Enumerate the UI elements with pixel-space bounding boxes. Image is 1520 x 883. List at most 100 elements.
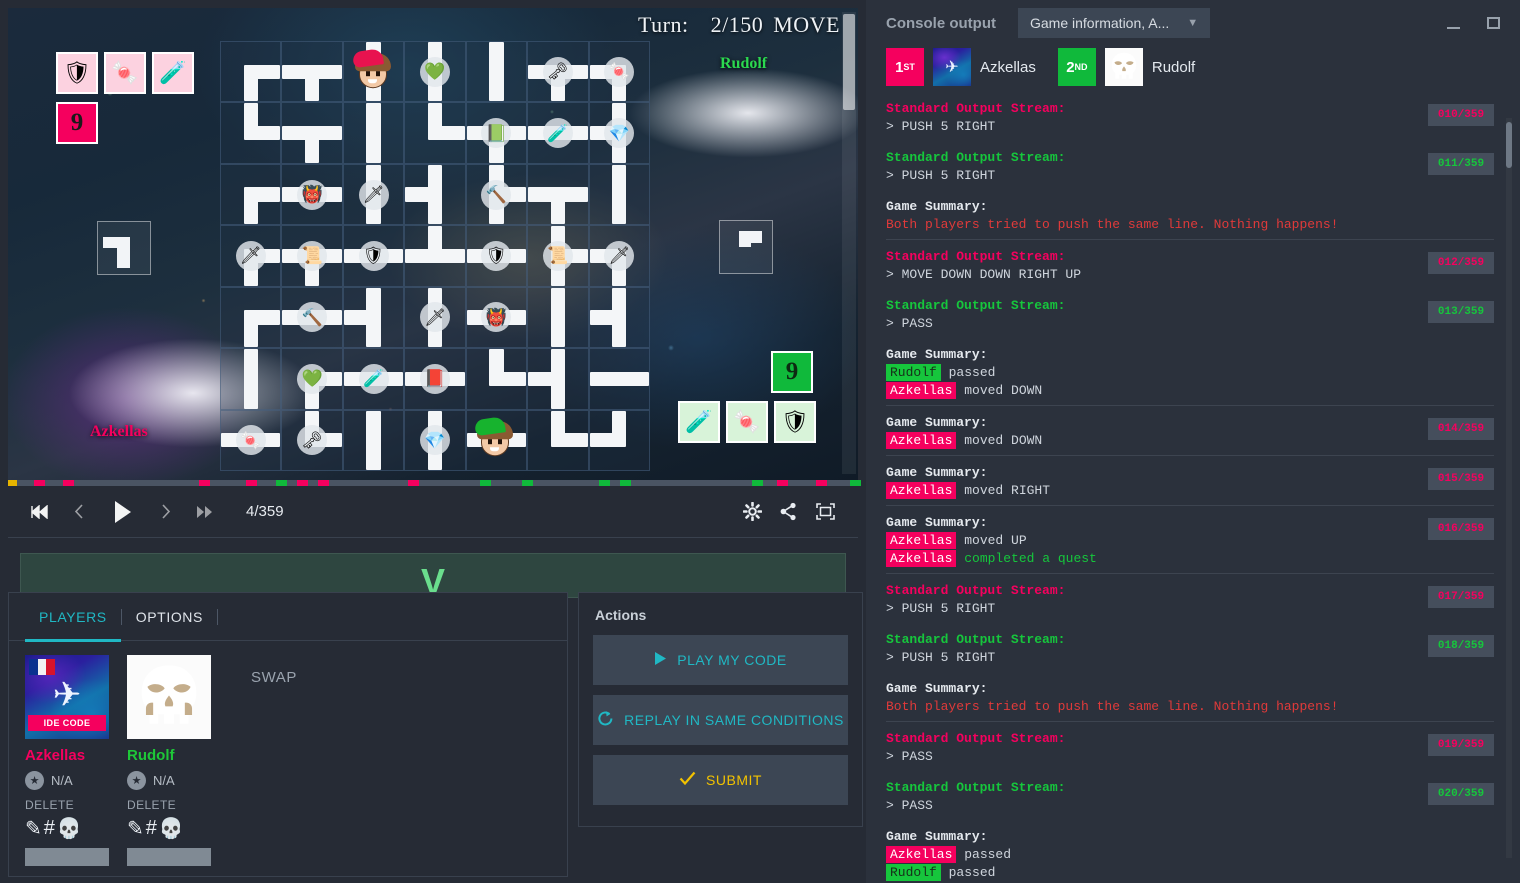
step-back-icon[interactable] bbox=[66, 499, 92, 525]
timeline-marker[interactable] bbox=[33, 480, 45, 486]
maze-cell-r2-c6[interactable] bbox=[588, 163, 650, 226]
timeline-marker[interactable] bbox=[63, 480, 75, 486]
skull-icon[interactable]: 💀 bbox=[57, 816, 82, 841]
maze-cell-r5-c3[interactable]: 📕 bbox=[404, 348, 466, 410]
timeline-marker[interactable] bbox=[815, 480, 827, 486]
timeline-marker[interactable] bbox=[777, 480, 789, 486]
viewer-scrollbar-thumb[interactable] bbox=[843, 14, 855, 110]
maze-cell-r6-c4[interactable] bbox=[465, 409, 528, 471]
step-forward-icon[interactable] bbox=[152, 499, 178, 525]
game-viewer[interactable]: Turn: 2/150 MOVE Rudolf Azkellas 🛡 🍬 🧪 9 🧪… bbox=[8, 8, 858, 480]
avatar[interactable] bbox=[127, 655, 211, 739]
maze-cell-r1-c4[interactable]: 📗 bbox=[465, 102, 528, 164]
maze-cell-r2-c3[interactable] bbox=[404, 163, 466, 226]
tab-players[interactable]: PLAYERS bbox=[25, 593, 121, 642]
timeline-marker[interactable] bbox=[199, 480, 211, 486]
maze-cell-r6-c1[interactable]: 🗝 bbox=[281, 409, 343, 471]
frame-badge[interactable]: 011/359 bbox=[1428, 153, 1494, 175]
maze-cell-r5-c4[interactable] bbox=[465, 348, 528, 410]
maze-cell-r0-c2[interactable] bbox=[342, 41, 405, 103]
maze-cell-r0-c5[interactable]: 🗝 bbox=[527, 41, 589, 103]
console-output-list[interactable]: Standard Output Stream: > PUSH 5 RIGHT 010… bbox=[866, 92, 1520, 883]
skip-back-icon[interactable] bbox=[26, 499, 52, 525]
viewer-scrollbar[interactable] bbox=[842, 12, 856, 474]
maze-cell-r4-c5[interactable] bbox=[527, 286, 589, 349]
timeline-marker[interactable] bbox=[620, 480, 631, 486]
maze-cell-r5-c1[interactable]: 💚 bbox=[281, 348, 343, 410]
maze-cell-r1-c6[interactable]: 💎 bbox=[588, 102, 650, 164]
maze-cell-r2-c5[interactable] bbox=[527, 163, 589, 226]
maze-cell-r4-c2[interactable] bbox=[342, 286, 405, 349]
replay-same-conditions-button[interactable]: REPLAY IN SAME CONDITIONS bbox=[593, 695, 848, 745]
maze-cell-r4-c6[interactable] bbox=[588, 286, 650, 349]
timeline-marker[interactable] bbox=[297, 480, 308, 486]
maze-cell-r5-c2[interactable]: 🧪 bbox=[342, 348, 405, 410]
timeline-marker[interactable] bbox=[407, 480, 419, 486]
maze-cell-r0-c0[interactable] bbox=[220, 41, 282, 103]
maze-cell-r1-c2[interactable] bbox=[342, 102, 405, 164]
maze-cell-r5-c6[interactable] bbox=[588, 348, 650, 410]
maze-cell-r4-c0[interactable] bbox=[220, 286, 282, 349]
maze-cell-r1-c0[interactable] bbox=[220, 102, 282, 164]
timeline-marker[interactable] bbox=[849, 480, 861, 486]
maze-cell-r4-c3[interactable]: 🗡 bbox=[404, 286, 466, 349]
timeline-marker[interactable] bbox=[751, 480, 763, 486]
maze-cell-r6-c6[interactable] bbox=[588, 409, 650, 471]
console-scrollbar[interactable] bbox=[1506, 118, 1512, 858]
hash-icon[interactable]: # bbox=[146, 817, 157, 840]
avatar[interactable]: ✈ IDE CODE bbox=[25, 655, 109, 739]
maze-cell-r1-c3[interactable] bbox=[404, 102, 466, 164]
maze-cell-r0-c1[interactable] bbox=[281, 41, 343, 103]
maze-cell-r0-c6[interactable]: 🍬 bbox=[588, 41, 650, 103]
maze-cell-r6-c5[interactable] bbox=[527, 409, 589, 471]
frame-badge[interactable]: 012/359 bbox=[1428, 252, 1494, 274]
maze-cell-r6-c0[interactable]: 🍬 bbox=[220, 409, 282, 471]
timeline-marker[interactable] bbox=[275, 480, 287, 486]
frame-badge[interactable]: 013/359 bbox=[1428, 301, 1494, 323]
maze-cell-r6-c3[interactable]: 💎 bbox=[404, 409, 466, 471]
maze-cell-r2-c0[interactable] bbox=[220, 163, 282, 226]
frame-badge[interactable]: 014/359 bbox=[1428, 418, 1494, 440]
maze-cell-r3-c0[interactable]: 🗡 bbox=[220, 225, 282, 287]
maze-cell-r5-c5[interactable] bbox=[527, 348, 589, 410]
timeline-marker[interactable] bbox=[479, 480, 491, 486]
tab-options[interactable]: OPTIONS bbox=[122, 593, 217, 641]
frame-badge[interactable]: 016/359 bbox=[1428, 518, 1494, 540]
timeline-marker[interactable] bbox=[318, 480, 330, 486]
hero-azkellas[interactable] bbox=[351, 47, 397, 91]
console-player-azkellas[interactable]: 1 ST ✈ Azkellas bbox=[886, 48, 1036, 86]
maze-cell-r6-c2[interactable] bbox=[342, 409, 405, 471]
pencil-icon[interactable]: ✎ bbox=[25, 816, 42, 841]
frame-badge[interactable]: 015/359 bbox=[1428, 468, 1494, 490]
skull-icon[interactable]: 💀 bbox=[159, 816, 184, 841]
maze-cell-r4-c1[interactable]: 🔨 bbox=[281, 286, 343, 349]
play-my-code-button[interactable]: PLAY MY CODE bbox=[593, 635, 848, 685]
delete-player-button[interactable]: DELETE bbox=[127, 798, 211, 812]
swap-button[interactable]: SWAP bbox=[251, 669, 297, 866]
timeline-marker[interactable] bbox=[598, 480, 610, 486]
maze-cell-r5-c0[interactable] bbox=[220, 348, 282, 410]
timeline-marker[interactable] bbox=[522, 480, 534, 486]
maze-cell-r4-c4[interactable]: 👹 bbox=[465, 286, 528, 349]
maximize-icon[interactable] bbox=[1484, 14, 1502, 32]
share-icon[interactable] bbox=[780, 502, 797, 521]
console-player-rudolf[interactable]: 2 ND Rudolf bbox=[1057, 48, 1195, 86]
maze-cell-r3-c6[interactable]: 🗡 bbox=[588, 225, 650, 287]
delete-player-button[interactable]: DELETE bbox=[25, 798, 109, 812]
maze-cell-r0-c4[interactable] bbox=[465, 41, 528, 103]
maze-cell-r3-c4[interactable]: 🛡 bbox=[465, 225, 528, 287]
frame-badge[interactable]: 019/359 bbox=[1428, 734, 1494, 756]
maze-cell-r3-c1[interactable]: 📜 bbox=[281, 225, 343, 287]
maze-cell-r2-c4[interactable]: 🔨 bbox=[465, 163, 528, 226]
minimize-icon[interactable] bbox=[1444, 14, 1462, 32]
maze-cell-r1-c5[interactable]: 🧪 bbox=[527, 102, 589, 164]
maze-cell-r2-c2[interactable]: 🗡 bbox=[342, 163, 405, 226]
skip-forward-icon[interactable] bbox=[192, 499, 218, 525]
submit-button[interactable]: SUBMIT bbox=[593, 755, 848, 805]
maze-cell-r1-c1[interactable] bbox=[281, 102, 343, 164]
maze-cell-r3-c3[interactable] bbox=[404, 225, 466, 287]
frame-badge[interactable]: 010/359 bbox=[1428, 104, 1494, 126]
frame-badge[interactable]: 020/359 bbox=[1428, 783, 1494, 805]
fullscreen-icon[interactable] bbox=[815, 502, 836, 521]
maze-cell-r0-c3[interactable]: 💚 bbox=[404, 41, 466, 103]
